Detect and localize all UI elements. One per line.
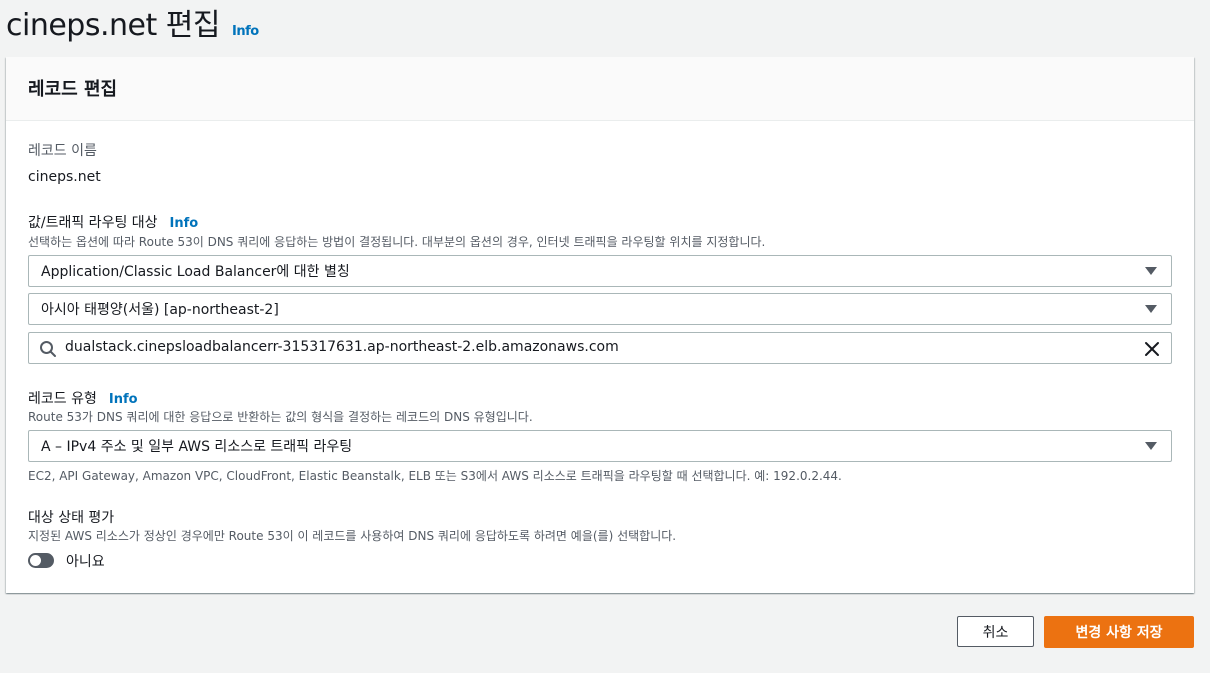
record-type-description: Route 53가 DNS 쿼리에 대한 응답으로 반환하는 값의 형식을 결정… [28,410,533,424]
save-changes-button[interactable]: 변경 사항 저장 [1044,616,1194,648]
record-name-value: cineps.net [28,169,101,185]
toggle-knob [30,555,41,566]
routing-target-info-link[interactable]: Info [170,216,199,231]
health-check-toggle[interactable] [28,553,54,568]
page-title: cineps.net 편집 Info [6,0,259,44]
endpoint-select[interactable]: Application/Classic Load Balancer에 대한 별칭 [28,255,1172,287]
load-balancer-search[interactable]: dualstack.cinepsloadbalancerr-315317631.… [28,332,1172,364]
close-icon[interactable] [1143,340,1161,358]
record-type-label-text: 레코드 유형 [28,391,97,407]
record-type-label: 레코드 유형 Info [28,388,138,408]
region-select-value: 아시아 태평양(서울) [ap-northeast-2] [41,302,279,318]
caret-down-icon [1145,305,1157,313]
routing-target-label-text: 값/트래픽 라우팅 대상 [28,215,158,231]
routing-target-label: 값/트래픽 라우팅 대상 Info [28,212,198,232]
panel-header: 레코드 편집 [6,57,1194,121]
page-title-text: cineps.net 편집 [6,8,220,43]
region-select[interactable]: 아시아 태평양(서울) [ap-northeast-2] [28,293,1172,325]
cancel-button[interactable]: 취소 [957,616,1034,647]
caret-down-icon [1145,267,1157,275]
load-balancer-value: dualstack.cinepsloadbalancerr-315317631.… [65,339,619,355]
record-name-label: 레코드 이름 [28,143,97,159]
health-check-toggle-label: 아니요 [66,554,105,570]
routing-target-description: 선택하는 옵션에 따라 Route 53이 DNS 쿼리에 응답하는 방법이 결… [28,235,766,249]
record-type-info-link[interactable]: Info [109,392,138,407]
health-check-description: 지정된 AWS 리소스가 정상인 경우에만 Route 53이 이 레코드를 사… [28,529,677,543]
health-check-label-text: 대상 상태 평가 [28,510,115,526]
record-type-select[interactable]: A – IPv4 주소 및 일부 AWS 리소스로 트래픽 라우팅 [28,430,1172,462]
edit-record-panel: 레코드 편집 레코드 이름 cineps.net 값/트래픽 라우팅 대상 In… [6,57,1194,593]
record-type-hint: EC2, API Gateway, Amazon VPC, CloudFront… [28,469,842,483]
health-check-label: 대상 상태 평가 [28,507,114,527]
endpoint-select-value: Application/Classic Load Balancer에 대한 별칭 [41,264,350,280]
record-type-select-value: A – IPv4 주소 및 일부 AWS 리소스로 트래픽 라우팅 [41,439,353,455]
page-info-link[interactable]: Info [232,24,259,39]
caret-down-icon [1145,442,1157,450]
search-icon [40,341,56,357]
